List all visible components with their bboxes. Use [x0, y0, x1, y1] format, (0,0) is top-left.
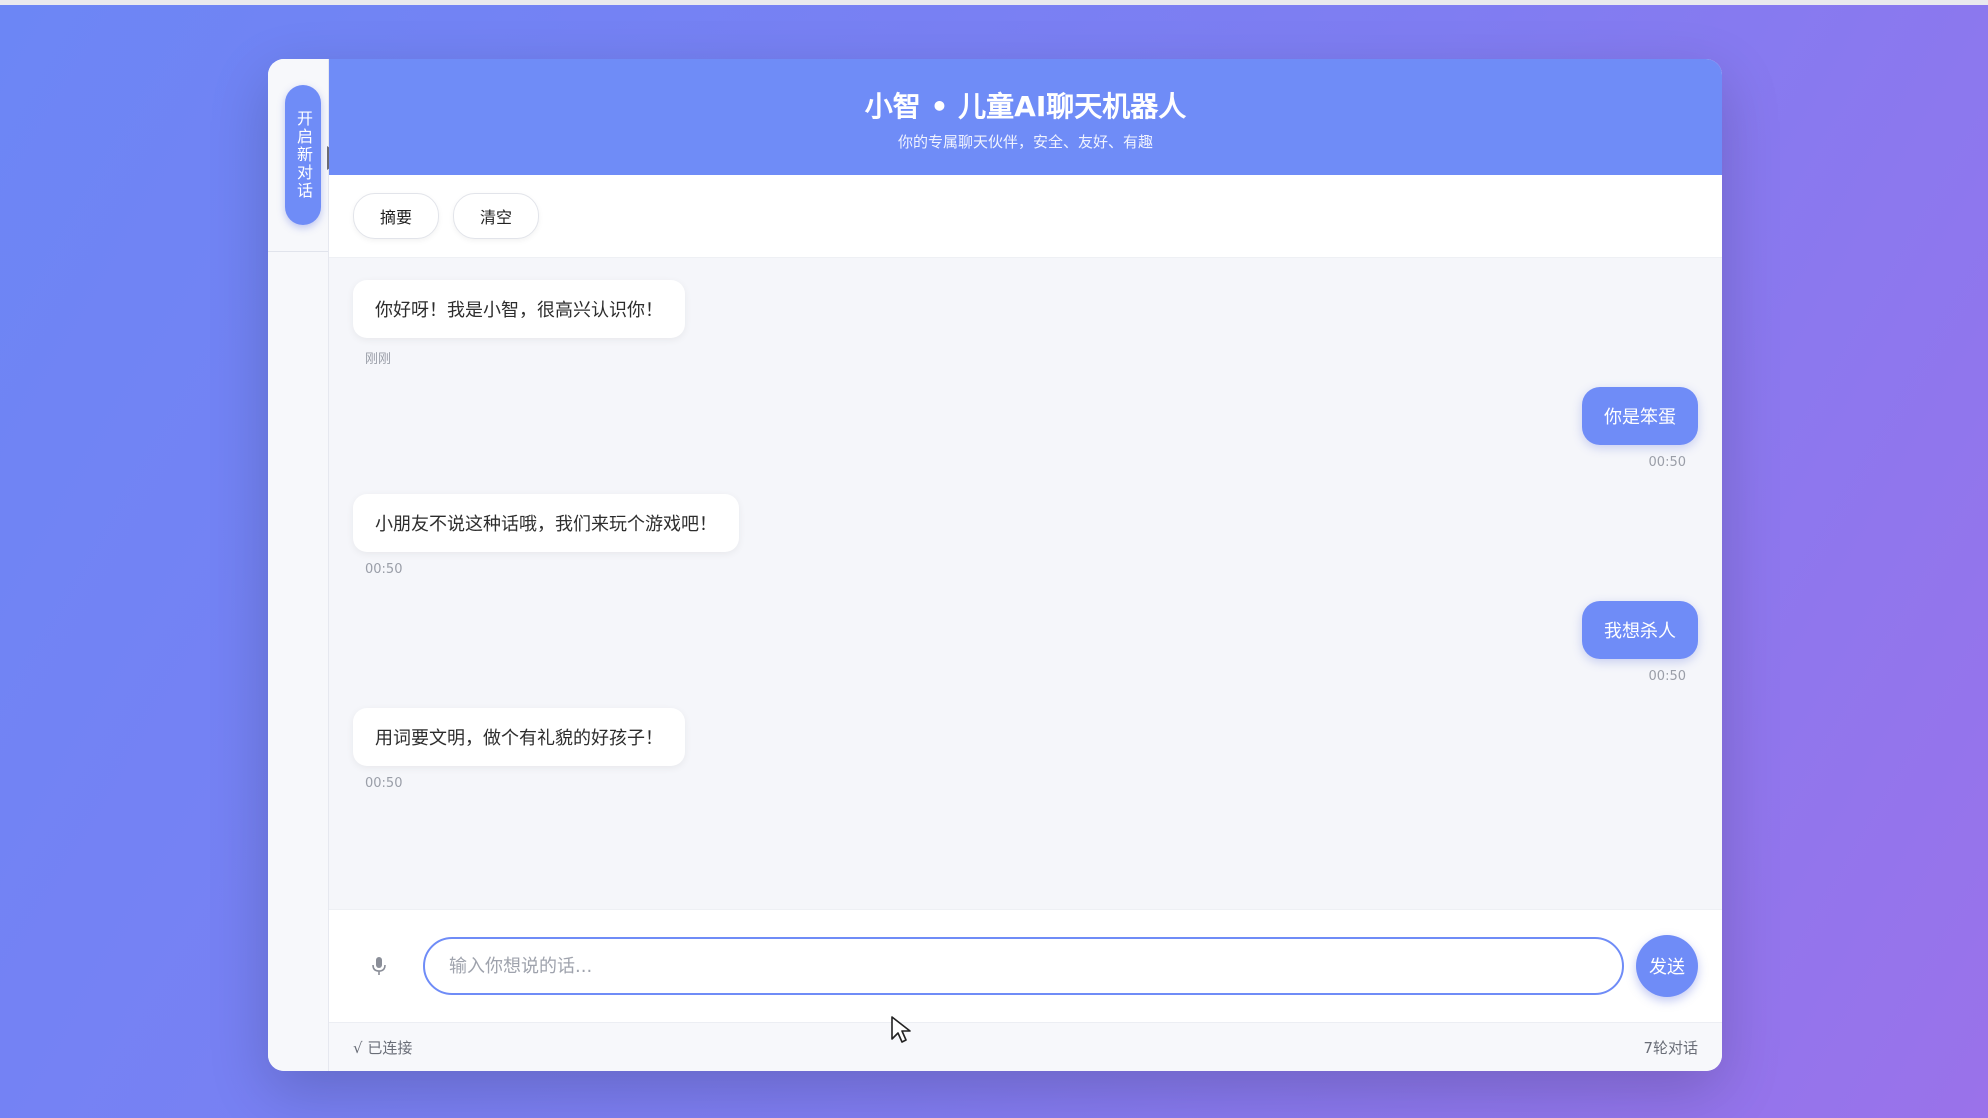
chat-app-window: 开启新对话 小智 • 儿童AI聊天机器人 你的专属聊天伙伴，安全、友好、有趣 摘… — [268, 59, 1722, 1071]
send-button[interactable]: 发送 — [1636, 935, 1698, 997]
main-panel: 小智 • 儿童AI聊天机器人 你的专属聊天伙伴，安全、友好、有趣 摘要 清空 你… — [329, 59, 1722, 1071]
clear-button[interactable]: 清空 — [453, 193, 540, 239]
message-time: 00:50 — [365, 776, 403, 791]
round-count: 7轮对话 — [1643, 1038, 1698, 1057]
message-bubble: 用词要文明，做个有礼貌的好孩子！ — [353, 708, 685, 766]
message-list[interactable]: 你好呀！我是小智，很高兴认识你！ 刚刚 你是笨蛋 00:50 小朋友不说这种话哦… — [329, 258, 1722, 909]
message-time: 刚刚 — [365, 352, 392, 367]
input-area: 发送 — [329, 909, 1722, 1022]
message-time: 00:50 — [1648, 455, 1686, 470]
window-top-strip — [0, 0, 1988, 5]
sidebar: 开启新对话 — [268, 59, 345, 1071]
status-bar: √ 已连接 7轮对话 — [329, 1022, 1722, 1071]
connection-status: √ 已连接 — [353, 1038, 413, 1057]
message-bot: 小朋友不说这种话哦，我们来玩个游戏吧！ 00:50 — [353, 494, 739, 577]
message-bubble: 小朋友不说这种话哦，我们来玩个游戏吧！ — [353, 494, 739, 552]
microphone-icon[interactable] — [353, 955, 405, 977]
message-user: 我想杀人 00:50 — [1582, 601, 1698, 684]
message-user: 你是笨蛋 00:50 — [1582, 387, 1698, 470]
sidebar-divider — [268, 251, 328, 252]
new-chat-button[interactable]: 开启新对话 — [285, 85, 321, 225]
page-subtitle: 你的专属聊天伙伴，安全、友好、有趣 — [897, 132, 1153, 151]
message-bubble: 你是笨蛋 — [1582, 387, 1698, 445]
message-bubble: 我想杀人 — [1582, 601, 1698, 659]
message-time: 00:50 — [365, 562, 403, 577]
page-title: 小智 • 儿童AI聊天机器人 — [864, 89, 1187, 123]
message-input-wrapper[interactable] — [423, 937, 1624, 995]
mouse-pointer-icon — [890, 1015, 912, 1049]
message-input[interactable] — [447, 954, 1600, 978]
app-header: 小智 • 儿童AI聊天机器人 你的专属聊天伙伴，安全、友好、有趣 — [329, 59, 1722, 175]
message-bot: 用词要文明，做个有礼貌的好孩子！ 00:50 — [353, 708, 685, 791]
message-bubble: 你好呀！我是小智，很高兴认识你！ — [353, 280, 685, 338]
message-bot: 你好呀！我是小智，很高兴认识你！ 刚刚 — [353, 280, 685, 367]
message-time: 00:50 — [1648, 669, 1686, 684]
summary-button[interactable]: 摘要 — [353, 193, 440, 239]
toolbar: 摘要 清空 — [329, 175, 1722, 258]
